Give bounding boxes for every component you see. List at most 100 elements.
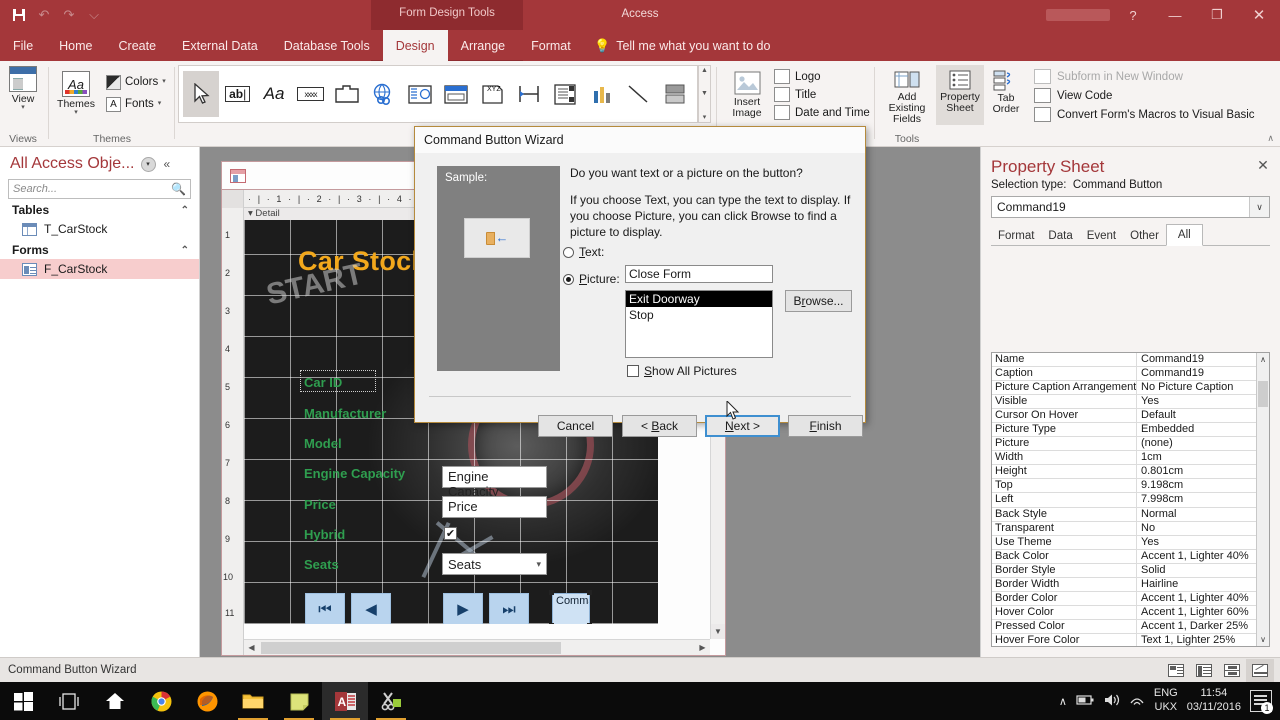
show-hidden-icons[interactable]: ∧ <box>1059 695 1067 708</box>
property-row[interactable]: Hover Fore Color Text 1, Lighter 25% <box>992 633 1256 646</box>
label-model[interactable]: Model <box>304 436 342 451</box>
toggle-button-icon[interactable] <box>656 71 692 117</box>
scrollbar-thumb[interactable] <box>261 641 561 654</box>
tab-format[interactable]: Format <box>518 30 584 61</box>
tab-format[interactable]: Format <box>991 227 1041 245</box>
undo-icon[interactable]: ↶ <box>33 4 55 26</box>
layout-view-button[interactable] <box>1218 659 1246 682</box>
add-existing-fields-button[interactable]: Add Existing Fields <box>878 65 936 125</box>
button-icon[interactable]: xxxx <box>292 71 328 117</box>
property-row[interactable]: Pressed Color Accent 1, Darker 25% <box>992 619 1256 634</box>
chevron-up-icon[interactable]: ⌃ <box>181 205 189 216</box>
back-button[interactable]: < Back <box>622 415 697 437</box>
start-button[interactable] <box>0 682 46 720</box>
property-value[interactable]: Accent 1, Darker 25% <box>1137 620 1256 633</box>
text-box-icon[interactable]: ab| <box>219 71 255 117</box>
show-all-pictures-option[interactable]: Show All Pictures <box>627 364 737 378</box>
property-value[interactable]: Yes <box>1137 395 1256 408</box>
first-record-button[interactable]: ⏮ <box>305 593 345 624</box>
navigation-control-icon[interactable] <box>438 71 474 117</box>
wifi-icon[interactable] <box>1129 693 1145 709</box>
option-group-icon[interactable]: XYZ <box>474 71 510 117</box>
checkbox[interactable] <box>627 365 639 377</box>
design-view-button[interactable] <box>1246 659 1274 682</box>
tab-event[interactable]: Event <box>1080 227 1123 245</box>
property-value[interactable]: No Picture Caption <box>1137 381 1256 394</box>
view-code-button[interactable]: View Code <box>1034 88 1255 103</box>
help-button[interactable]: ? <box>1112 0 1154 30</box>
customize-qat-icon[interactable]: ⌵ <box>83 4 105 26</box>
web-browser-control-icon[interactable] <box>402 71 438 117</box>
property-value[interactable]: 0.801cm <box>1137 465 1256 478</box>
tell-me-search[interactable]: 💡 Tell me what you want to do <box>588 30 770 61</box>
property-value[interactable]: Accent 1, Lighter 60% <box>1137 606 1256 619</box>
property-row[interactable]: Name Command19 <box>992 353 1256 368</box>
property-row[interactable]: Picture (none) <box>992 437 1256 452</box>
convert-macros-button[interactable]: Convert Form's Macros to Visual Basic <box>1034 107 1255 122</box>
title-button[interactable]: Title <box>774 87 870 102</box>
property-row[interactable]: Transparent No <box>992 521 1256 536</box>
property-value[interactable]: 7.998cm <box>1137 493 1256 506</box>
property-value[interactable]: Hairline <box>1137 578 1256 591</box>
chevron-down-icon[interactable]: ▼ <box>701 90 708 97</box>
nav-group-forms[interactable]: Forms ⌃ <box>0 239 199 259</box>
language-indicator[interactable]: ENG UKX <box>1154 687 1178 715</box>
colors-button[interactable]: Colors ▾ <box>106 71 166 93</box>
view-button[interactable]: View ▾ <box>0 61 46 111</box>
tab-home[interactable]: Home <box>46 30 105 61</box>
action-center-icon[interactable]: 1 <box>1250 690 1273 714</box>
previous-record-button[interactable]: ◀ <box>351 593 391 624</box>
property-value[interactable]: Accent 1, Lighter 40% <box>1137 550 1256 563</box>
nav-group-tables[interactable]: Tables ⌃ <box>0 199 199 219</box>
select-tool-icon[interactable] <box>183 71 220 117</box>
property-value[interactable]: Solid <box>1137 564 1256 577</box>
snipping-tool-icon[interactable] <box>368 682 414 720</box>
tab-arrange[interactable]: Arrange <box>448 30 518 61</box>
chrome-icon[interactable] <box>138 682 184 720</box>
property-value[interactable]: Yes <box>1137 536 1256 549</box>
finish-button[interactable]: Finish <box>788 415 863 437</box>
property-row[interactable]: Back Color Accent 1, Lighter 40% <box>992 549 1256 564</box>
search-input[interactable]: Search... 🔍 <box>8 179 191 199</box>
navigation-pane-header[interactable]: All Access Obje... ▾ « <box>0 147 199 177</box>
tab-create[interactable]: Create <box>106 30 170 61</box>
property-value[interactable]: 1cm <box>1137 451 1256 464</box>
property-value[interactable]: Text 1, Lighter 25% <box>1137 634 1256 646</box>
hyperlink-icon[interactable] <box>365 71 401 117</box>
tab-all[interactable]: All <box>1165 224 1203 246</box>
property-row[interactable]: Border Style Solid <box>992 563 1256 578</box>
property-value[interactable]: No <box>1137 522 1256 535</box>
last-record-button[interactable]: ⏭ <box>489 593 529 624</box>
label-seats[interactable]: Seats <box>304 557 339 572</box>
close-icon[interactable]: ✕ <box>1254 156 1272 174</box>
chevron-up-icon[interactable]: ▲ <box>701 67 708 74</box>
field-seats-combo[interactable]: Seats ▾ <box>442 553 547 575</box>
chevron-down-icon[interactable]: ▾ <box>140 156 156 172</box>
more-controls-icon[interactable]: ▾ <box>703 113 707 121</box>
file-explorer-icon[interactable] <box>230 682 276 720</box>
cancel-button[interactable]: Cancel <box>538 415 613 437</box>
battery-icon[interactable] <box>1076 694 1095 709</box>
label-hybrid[interactable]: Hybrid <box>304 527 345 542</box>
radio-button[interactable] <box>563 273 574 285</box>
page-break-icon[interactable] <box>511 71 547 117</box>
tab-external-data[interactable]: External Data <box>169 30 271 61</box>
canvas-horizontal-scrollbar[interactable]: ◀ ▶ <box>244 639 710 655</box>
property-row[interactable]: Caption Command19 <box>992 367 1256 382</box>
property-row[interactable]: Width 1cm <box>992 451 1256 466</box>
property-row[interactable]: Use Theme Yes <box>992 535 1256 550</box>
property-row[interactable]: Picture Caption Arrangement No Picture Ca… <box>992 381 1256 396</box>
property-row[interactable]: Height 0.801cm <box>992 465 1256 480</box>
button-text-input[interactable]: Close Form <box>625 265 773 283</box>
chevron-down-icon[interactable]: ▼ <box>711 624 725 639</box>
tab-database-tools[interactable]: Database Tools <box>271 30 383 61</box>
form-view-button[interactable] <box>1162 659 1190 682</box>
tab-data[interactable]: Data <box>1041 227 1079 245</box>
tab-other[interactable]: Other <box>1123 227 1166 245</box>
firefox-icon[interactable] <box>184 682 230 720</box>
collapse-ribbon-icon[interactable]: ∧ <box>1267 133 1274 144</box>
new-command-button[interactable]: Comman <box>552 593 590 624</box>
chevron-down-icon[interactable]: ▾ <box>536 559 541 570</box>
collapse-pane-icon[interactable]: « <box>164 157 171 171</box>
access-icon[interactable]: A <box>322 682 368 720</box>
